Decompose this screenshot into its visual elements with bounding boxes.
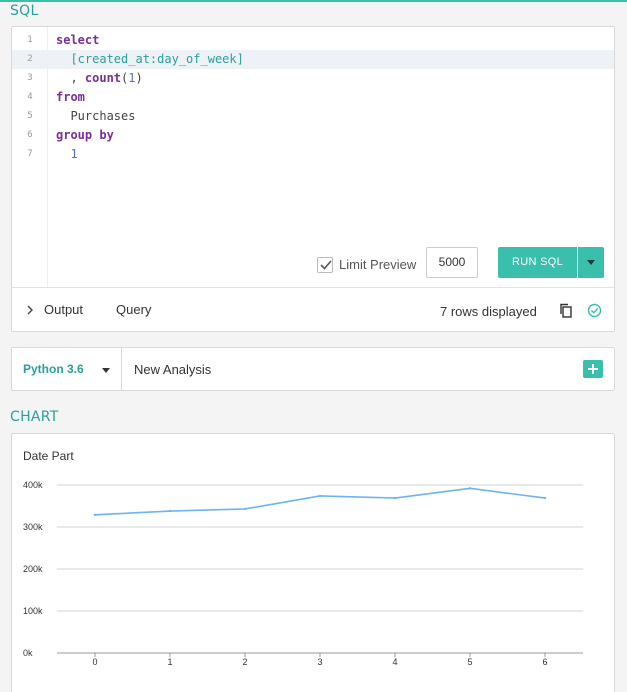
y-tick-label: 0k <box>23 648 33 658</box>
x-tick-label: 2 <box>242 657 247 667</box>
check-circle-icon <box>587 303 602 323</box>
python-version-label: Python 3.6 <box>23 362 84 376</box>
caret-down-icon <box>102 368 110 373</box>
code-line-text: select <box>56 31 99 50</box>
code-token: [created_at:day_of_week] <box>70 52 244 66</box>
code-token: select <box>56 33 100 47</box>
sql-section-label: SQL <box>10 3 39 19</box>
rows-displayed-count: 7 rows displayed <box>440 304 537 319</box>
python-version-select[interactable]: Python 3.6 <box>12 348 122 390</box>
code-line[interactable]: from <box>48 88 614 107</box>
y-tick-label: 200k <box>23 564 43 574</box>
y-tick-label: 100k <box>23 606 43 616</box>
line-number-gutter: 1 2 3 4 5 6 7 <box>12 27 48 287</box>
code-line[interactable]: 1 <box>48 145 614 164</box>
add-analysis-button[interactable] <box>583 360 603 378</box>
code-line-text: 1 <box>56 145 78 164</box>
code-token: ) <box>135 71 143 85</box>
code-line[interactable]: , count(1) <box>48 69 614 88</box>
chart-section-label: CHART <box>10 409 59 425</box>
code-line-text: [created_at:day_of_week] <box>56 50 244 69</box>
x-tick-label: 3 <box>317 657 322 667</box>
code-line[interactable]: Purchases <box>48 107 614 126</box>
x-tick-label: 5 <box>467 657 472 667</box>
line-number: 1 <box>27 35 33 45</box>
x-tick-label: 1 <box>167 657 172 667</box>
code-token: , <box>56 71 85 85</box>
line-chart: 0k 100k 200k 300k 400k 0 1 2 3 4 5 6 <box>23 480 583 667</box>
data-point <box>543 496 547 500</box>
chevron-right-icon[interactable] <box>26 304 34 318</box>
code-token: 1 <box>70 147 78 161</box>
chart-panel: Date Part 0k 100k 200k 300k 400k 0 1 2 3 4 5 6 <box>11 433 615 692</box>
run-options-dropdown[interactable] <box>578 247 604 278</box>
line-number: 3 <box>27 73 33 83</box>
data-point <box>393 496 397 500</box>
sql-editor-panel: 1234567 select [created_at:day_of_week] … <box>11 26 615 332</box>
code-token: from <box>56 90 85 104</box>
data-point <box>168 509 172 513</box>
x-tick-label: 4 <box>392 657 397 667</box>
run-sql-button[interactable]: RUN SQL <box>498 247 577 278</box>
top-accent-bar <box>0 0 627 2</box>
code-line[interactable]: group by <box>48 126 614 145</box>
limit-preview-input[interactable]: 5000 <box>426 247 478 278</box>
code-line-text: from <box>56 88 85 107</box>
tab-output[interactable]: Output <box>44 302 83 317</box>
data-point <box>243 507 247 511</box>
x-tick-label: 0 <box>92 657 97 667</box>
python-analysis-bar: Python 3.6 New Analysis <box>11 347 615 391</box>
limit-preview-checkbox[interactable] <box>317 257 333 273</box>
code-line-text: group by <box>56 126 114 145</box>
data-point <box>468 487 472 490</box>
line-number: 7 <box>27 149 33 159</box>
data-point <box>318 494 322 498</box>
line-number: 4 <box>27 92 33 102</box>
checkmark-icon <box>320 260 332 270</box>
code-line[interactable]: select <box>48 31 614 50</box>
data-point <box>93 513 97 517</box>
code-line-text: , count(1) <box>56 69 143 88</box>
tab-query[interactable]: Query <box>116 302 151 317</box>
code-token: 1 <box>128 71 136 85</box>
line-number: 2 <box>12 50 48 69</box>
code-token: count <box>84 71 122 85</box>
copy-icon[interactable] <box>559 303 573 323</box>
y-tick-label: 400k <box>23 480 43 490</box>
code-line-text: Purchases <box>56 107 135 126</box>
code-token: group by <box>56 128 114 142</box>
x-tick-label: 6 <box>542 657 547 667</box>
line-number: 5 <box>27 111 33 121</box>
code-line[interactable]: [created_at:day_of_week] <box>48 50 614 69</box>
y-tick-label: 300k <box>23 522 43 532</box>
plus-icon <box>588 364 598 374</box>
code-token: Purchases <box>56 109 136 123</box>
limit-preview-label: Limit Preview <box>339 257 417 272</box>
output-bar: Output Query 7 rows displayed <box>12 287 614 332</box>
line-number: 6 <box>27 130 33 140</box>
analysis-name[interactable]: New Analysis <box>134 362 211 377</box>
series-line <box>94 487 546 516</box>
